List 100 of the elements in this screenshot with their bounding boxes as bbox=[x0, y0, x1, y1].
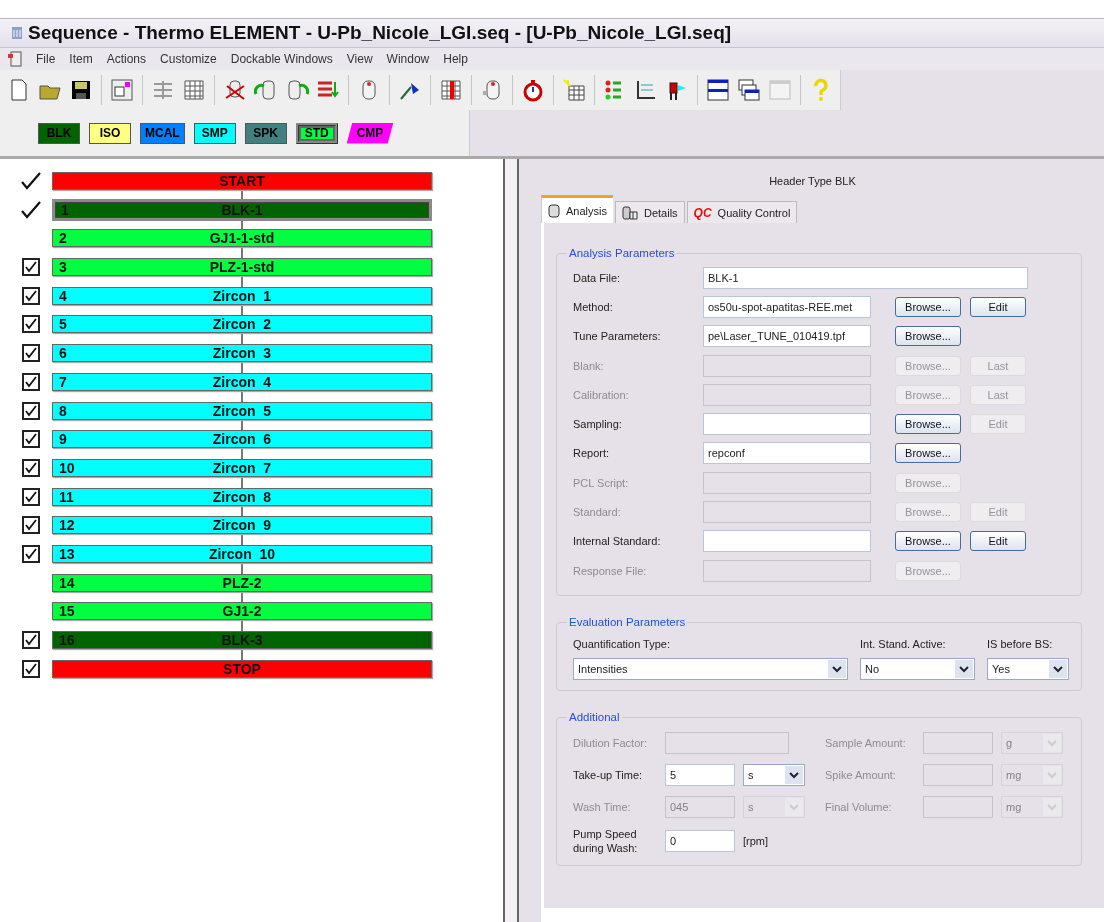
item-number: 10 bbox=[59, 459, 75, 476]
input-field[interactable]: BLK-1 bbox=[703, 266, 1028, 289]
checkbox[interactable] bbox=[22, 344, 40, 363]
item-name: PLZ-1-std bbox=[209, 259, 275, 276]
lines-icon[interactable] bbox=[151, 78, 175, 102]
item-name: Zircon 3 bbox=[212, 345, 272, 362]
windows-icon[interactable] bbox=[110, 78, 134, 102]
input-field[interactable] bbox=[703, 354, 871, 377]
caret-icon bbox=[1043, 734, 1061, 753]
sequence-item[interactable]: 6 Zircon 3 bbox=[52, 344, 432, 363]
unit-dropdown[interactable]: s bbox=[743, 764, 805, 787]
checkbox[interactable] bbox=[22, 315, 40, 334]
input-field[interactable]: repconf bbox=[703, 442, 871, 465]
checkbox[interactable] bbox=[22, 372, 40, 391]
browse-button[interactable]: Browse... bbox=[895, 531, 961, 552]
checkbox[interactable] bbox=[22, 458, 40, 477]
window-title: Sequence - Thermo ELEMENT - U-Pb_Nicole_LGI.seq - [U-Pb_Nicole_LGI.seq] bbox=[28, 22, 732, 44]
sequence-item[interactable]: 7 Zircon 4 bbox=[52, 372, 432, 391]
sequence-item[interactable]: 14 PLZ-2 bbox=[52, 573, 432, 592]
input-field[interactable]: 5 bbox=[665, 764, 735, 787]
sequence-item[interactable]: 5 Zircon 2 bbox=[52, 315, 432, 334]
input-field[interactable] bbox=[703, 530, 871, 553]
cup-arrow-icon[interactable] bbox=[285, 78, 309, 102]
checkbox[interactable] bbox=[22, 401, 40, 420]
sequence-item[interactable]: 13 Zircon 10 bbox=[52, 544, 432, 563]
side-button[interactable]: Edit bbox=[970, 531, 1026, 552]
type-button[interactable]: SPK bbox=[244, 122, 287, 144]
type-button[interactable]: MCAL bbox=[140, 122, 185, 144]
input-field[interactable]: pe\Laser_TUNE_010419.tpf bbox=[703, 325, 871, 348]
side-button[interactable]: Edit bbox=[970, 296, 1026, 317]
input-field[interactable] bbox=[703, 501, 871, 523]
dropdown[interactable]: No bbox=[860, 658, 975, 681]
stopwatch-icon[interactable] bbox=[521, 78, 545, 102]
menu-item[interactable]: File bbox=[36, 52, 56, 66]
grid-spark-icon[interactable] bbox=[562, 78, 586, 102]
type-button[interactable]: SMP bbox=[193, 122, 236, 144]
checkbox[interactable] bbox=[22, 631, 40, 649]
grid-icon[interactable] bbox=[439, 78, 463, 102]
checkbox[interactable] bbox=[22, 516, 40, 535]
tab[interactable]: Analysis bbox=[541, 195, 613, 223]
input-field[interactable] bbox=[923, 764, 993, 787]
type-button[interactable]: STD bbox=[295, 122, 338, 144]
input-field[interactable]: 0 bbox=[665, 830, 735, 853]
save-icon[interactable] bbox=[69, 78, 93, 102]
menu-item[interactable]: Item bbox=[69, 52, 93, 66]
sequence-item[interactable]: 12 Zircon 9 bbox=[52, 516, 432, 535]
cascade-windows-icon[interactable] bbox=[737, 78, 761, 102]
field-label: Take-up Time: bbox=[573, 768, 644, 783]
tray-icon[interactable] bbox=[634, 78, 658, 102]
menu-item[interactable]: Help bbox=[443, 52, 468, 66]
group-title: Additional bbox=[568, 711, 621, 724]
item-number: 2 bbox=[59, 230, 67, 247]
checkbox[interactable] bbox=[22, 258, 40, 277]
sequence-item[interactable]: 15 GJ1-2 bbox=[52, 602, 432, 621]
sequence-item[interactable]: 3 PLZ-1-std bbox=[52, 258, 432, 277]
type-button[interactable]: CMP bbox=[346, 122, 394, 144]
dropdown[interactable]: Yes bbox=[987, 658, 1069, 681]
menu-item[interactable]: Actions bbox=[106, 52, 147, 66]
cup-icon bbox=[548, 203, 560, 218]
splitter[interactable] bbox=[503, 159, 519, 922]
input-field[interactable] bbox=[703, 413, 871, 436]
checkbox[interactable] bbox=[22, 544, 40, 563]
sequence-item[interactable]: START bbox=[52, 172, 432, 190]
browse-button[interactable]: Browse... bbox=[895, 296, 961, 317]
input-field[interactable] bbox=[665, 732, 789, 755]
window-icon[interactable] bbox=[706, 78, 730, 102]
grid-icon[interactable] bbox=[182, 78, 206, 102]
input-field[interactable] bbox=[703, 383, 871, 406]
sequence-item[interactable]: 2 GJ1-1-std bbox=[52, 229, 432, 248]
browse-button[interactable]: Browse... bbox=[895, 414, 961, 435]
input-field[interactable]: os50u-spot-apatitas-REE.met bbox=[703, 295, 871, 318]
checkbox[interactable] bbox=[22, 487, 40, 506]
tab[interactable]: QC Quality Control bbox=[686, 201, 798, 223]
sequence-item[interactable]: 8 Zircon 5 bbox=[52, 401, 432, 420]
browse-button[interactable]: Browse... bbox=[895, 326, 961, 347]
dropdown[interactable]: Intensities bbox=[573, 658, 848, 681]
checkbox[interactable] bbox=[22, 659, 40, 678]
menu-item[interactable]: Dockable Windows bbox=[230, 52, 333, 66]
input-field[interactable] bbox=[923, 796, 993, 819]
menu-item[interactable]: Window bbox=[386, 52, 430, 66]
menu-item[interactable]: View bbox=[346, 52, 373, 66]
cup-cross-icon[interactable] bbox=[223, 78, 247, 102]
field-label: Sample Amount: bbox=[825, 736, 907, 751]
browse-button[interactable]: Browse... bbox=[895, 443, 961, 464]
sequence-item[interactable]: STOP bbox=[52, 659, 432, 678]
input-field[interactable] bbox=[703, 559, 871, 582]
sequence-item[interactable]: 9 Zircon 6 bbox=[52, 430, 432, 449]
sequence-item[interactable]: 10 Zircon 7 bbox=[52, 458, 432, 477]
type-button[interactable]: ISO bbox=[89, 122, 131, 144]
tab[interactable]: Details bbox=[614, 201, 685, 223]
checkbox[interactable] bbox=[22, 430, 40, 449]
menu-item[interactable]: Customize bbox=[160, 52, 217, 66]
checkbox[interactable] bbox=[22, 286, 40, 305]
sequence-item[interactable]: 11 Zircon 8 bbox=[52, 487, 432, 506]
cup-arrow-icon[interactable] bbox=[254, 78, 278, 102]
input-field[interactable] bbox=[703, 471, 871, 494]
sequence-item[interactable]: 4 Zircon 1 bbox=[52, 286, 432, 305]
document-icon[interactable] bbox=[8, 51, 22, 67]
input-field[interactable] bbox=[923, 732, 993, 755]
caret-icon bbox=[785, 766, 803, 785]
